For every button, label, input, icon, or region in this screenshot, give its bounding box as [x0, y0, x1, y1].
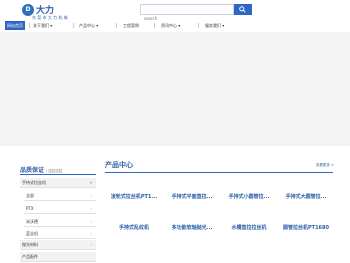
nav-item-products-label: 产品中心	[79, 23, 95, 28]
chevron-down-icon: ▾	[222, 23, 225, 28]
sidebar-item-parts[interactable]: 产品配件	[20, 252, 96, 262]
sidebar-item-label: 抛光材料	[22, 242, 38, 247]
sidebar-title-text: 品质保证	[20, 167, 45, 174]
chevron-right-icon: ›	[90, 242, 92, 247]
chevron-down-icon: ▾	[96, 23, 99, 28]
sidebar-item-label: 产品配件	[22, 254, 38, 259]
product-card-title[interactable]: 手持式小圆管拉...	[220, 193, 278, 200]
products-more-link[interactable]: 查看更多 >	[316, 163, 334, 168]
nav-item-cases[interactable]: 工程案例	[123, 21, 139, 30]
chevron-right-icon: ›	[90, 231, 92, 236]
nav-divider	[73, 23, 74, 28]
product-card-title[interactable]: 凌轮式拉丝机PT1...	[105, 193, 163, 200]
product-card-title[interactable]: 手持式平面直拉...	[163, 193, 221, 200]
search-box	[140, 4, 234, 23]
sidebar-subitem-all[interactable]: 全部 ›	[24, 191, 96, 201]
hero-banner	[0, 32, 350, 146]
nav-item-products[interactable]: 产品中心 ▾	[79, 21, 98, 30]
sidebar-item-label: 蓝全机	[26, 231, 38, 236]
sidebar-item-label: 全部	[26, 193, 34, 198]
chevron-down-icon: ▾	[89, 180, 92, 185]
sidebar-item-label: 米沃德	[26, 219, 38, 224]
product-card-title[interactable]: 手持式大圆管拉...	[277, 193, 335, 200]
nav-item-news[interactable]: 资讯中心 ▾	[161, 21, 180, 30]
sidebar-subtitle: / 拉拉拉拉	[46, 169, 63, 173]
search-icon	[239, 6, 246, 13]
sidebar-subitem-miwode[interactable]: 米沃德 ›	[24, 217, 96, 227]
nav-item-about[interactable]: 关于我们 ▾	[33, 21, 52, 30]
nav-divider	[116, 23, 117, 28]
chevron-right-icon: ›	[90, 206, 92, 211]
sidebar-item-handheld[interactable]: 手持式拉丝机 ▾	[20, 178, 96, 188]
product-card-title[interactable]: 多功能软轴抛光...	[163, 224, 221, 231]
product-card-title[interactable]: 水槽直拉拉丝机	[220, 224, 278, 231]
sidebar-title: 品质保证 / 拉拉拉拉	[20, 165, 62, 174]
product-card-title[interactable]: 圆管拉丝机PT1680	[277, 224, 335, 231]
nav-divider	[198, 23, 199, 28]
search-button[interactable]	[234, 4, 252, 15]
chevron-down-icon: ▾	[50, 23, 53, 28]
nav-item-news-label: 资讯中心	[161, 23, 177, 28]
sidebar-divider	[20, 174, 96, 175]
nav-item-about-label: 关于我们	[33, 23, 49, 28]
products-divider	[105, 172, 333, 173]
sidebar-item-polish-material[interactable]: 抛光材料 ›	[20, 240, 96, 250]
nav-divider	[154, 23, 155, 28]
sidebar-item-label: 手持式拉丝机	[22, 180, 46, 185]
products-title: 产品中心	[105, 161, 133, 169]
chevron-right-icon: ›	[90, 219, 92, 224]
chevron-down-icon: ▾	[178, 23, 181, 28]
chevron-right-icon: ›	[90, 193, 92, 198]
nav-item-home[interactable]: 网站首页	[5, 21, 25, 30]
nav-item-service[interactable]: 服务我们 ▾	[205, 21, 224, 30]
product-card-title[interactable]: 手持式乱纹机	[105, 224, 163, 231]
nav-divider	[29, 23, 30, 28]
sidebar-subitem-ptx[interactable]: PTX ›	[24, 204, 96, 214]
nav-item-service-label: 服务我们	[205, 23, 221, 28]
site-logo[interactable]: D 大力 东 莞 市 大 力 机 械	[22, 3, 68, 21]
sidebar-subitem-lasi[interactable]: 蓝全机 ›	[24, 229, 96, 239]
sidebar-item-label: PTX	[26, 206, 34, 211]
main-nav: 网站首页 关于我们 ▾ 产品中心 ▾ 工程案例 资讯中心 ▾ 服务我们 ▾	[0, 21, 350, 30]
